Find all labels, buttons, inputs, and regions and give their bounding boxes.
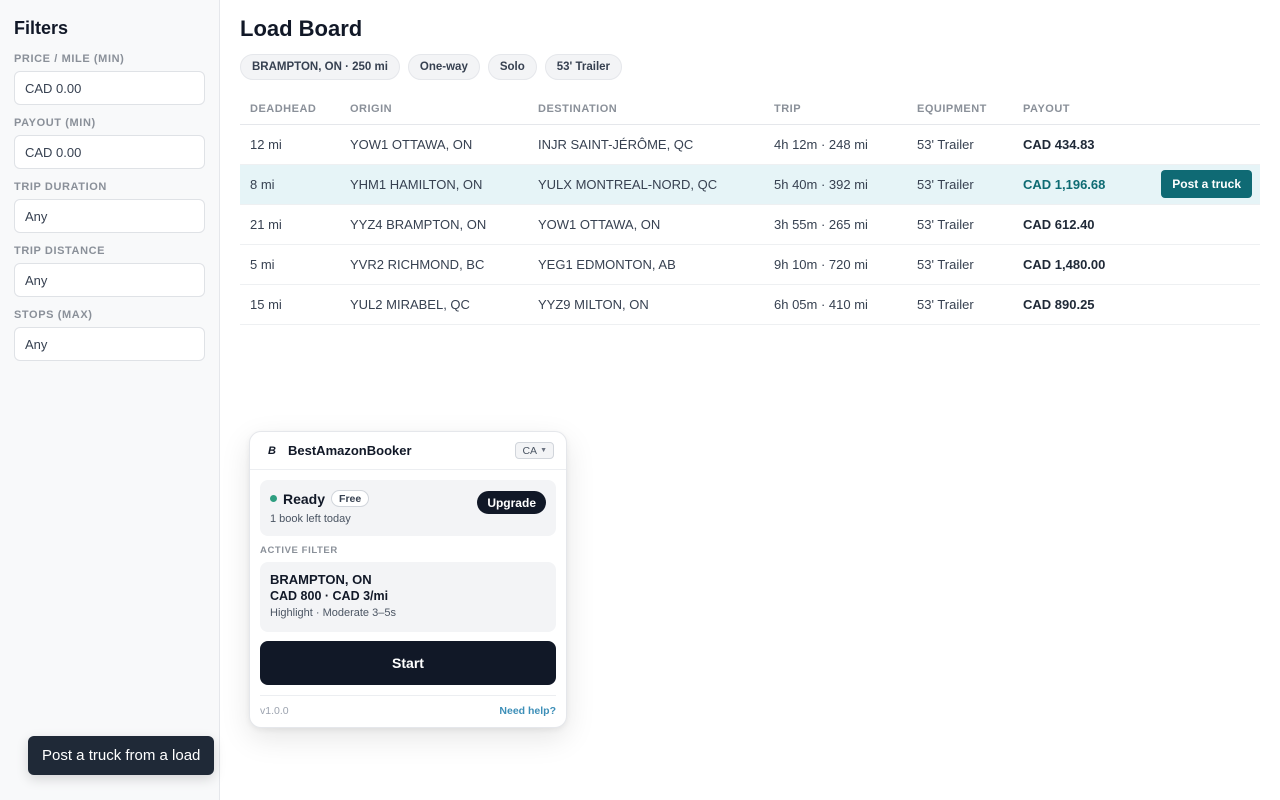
popup-footer: v1.0.0 Need help? — [260, 695, 556, 717]
active-filter-price: CAD 800 · CAD 3/mi — [270, 589, 389, 603]
cell-trip: 9h 10m · 720 mi — [764, 244, 907, 285]
filter-trip-distance: TRIP DISTANCE Any — [14, 245, 205, 297]
chip-trip-type[interactable]: One-way — [407, 54, 480, 80]
cell-deadhead: 5 mi — [240, 244, 340, 285]
cell-payout: CAD 434.83 — [1013, 124, 1150, 165]
cell-destination: YYZ9 MILTON, ON — [528, 284, 764, 325]
filter-payout: PAYOUT (MIN) CAD 0.00 — [14, 117, 205, 169]
chip-equipment[interactable]: 53' Trailer — [544, 54, 623, 80]
cell-action — [1150, 284, 1260, 325]
cell-origin: YUL2 MIRABEL, QC — [340, 284, 528, 325]
col-deadhead: DEADHEAD — [240, 94, 340, 125]
cell-destination: YEG1 EDMONTON, AB — [528, 244, 764, 285]
cell-trip: 5h 40m · 392 mi — [764, 164, 907, 205]
cell-deadhead: 8 mi — [240, 164, 340, 205]
stops-max-input[interactable]: Any — [14, 327, 205, 361]
plan-badge: Free — [331, 490, 370, 507]
active-filter-card[interactable]: BRAMPTON, ON CAD 800 · CAD 3/mi Highligh… — [260, 562, 556, 632]
cell-trip: 4h 12m · 248 mi — [764, 124, 907, 165]
trip-distance-input[interactable]: Any — [14, 263, 205, 297]
filter-label: PRICE / MILE (MIN) — [14, 53, 125, 65]
cell-equipment: 53' Trailer — [907, 204, 1013, 245]
filter-label: TRIP DISTANCE — [14, 245, 106, 257]
chip-location[interactable]: BRAMPTON, ON · 250 mi — [240, 54, 400, 80]
cell-equipment: 53' Trailer — [907, 284, 1013, 325]
col-destination: DESTINATION — [528, 94, 764, 125]
status-text: Ready — [283, 490, 326, 507]
cell-action — [1150, 244, 1260, 285]
cell-deadhead: 15 mi — [240, 284, 340, 325]
filter-price-per-mile: PRICE / MILE (MIN) CAD 0.00 — [14, 53, 205, 105]
cell-origin: YVR2 RICHMOND, BC — [340, 244, 528, 285]
cell-payout: CAD 890.25 — [1013, 284, 1150, 325]
trip-duration-input[interactable]: Any — [14, 199, 205, 233]
cell-trip: 3h 55m · 265 mi — [764, 204, 907, 245]
table-row[interactable]: 15 mi YUL2 MIRABEL, QC YYZ9 MILTON, ON 6… — [240, 284, 1260, 325]
tooltip-toast: Post a truck from a load — [28, 736, 215, 775]
table-row-highlighted[interactable]: 8 mi YHM1 HAMILTON, ON YULX MONTREAL-NOR… — [240, 164, 1260, 205]
cell-destination: INJR SAINT-JÉRÔME, QC — [528, 124, 764, 165]
price-per-mile-input[interactable]: CAD 0.00 — [14, 71, 205, 105]
cell-equipment: 53' Trailer — [907, 124, 1013, 165]
cell-action: Post a truck — [1150, 164, 1260, 205]
upgrade-button[interactable]: Upgrade — [477, 491, 546, 514]
active-filter-location: BRAMPTON, ON — [270, 572, 372, 587]
filters-title: Filters — [14, 18, 69, 38]
table-row[interactable]: 12 mi YOW1 OTTAWA, ON INJR SAINT-JÉRÔME,… — [240, 124, 1260, 165]
cell-trip: 6h 05m · 410 mi — [764, 284, 907, 325]
cell-deadhead: 12 mi — [240, 124, 340, 165]
filter-label: TRIP DURATION — [14, 181, 107, 193]
active-filter-label: ACTIVE FILTER — [260, 545, 338, 556]
status-dot-icon — [270, 495, 277, 502]
popup-header: B BestAmazonBooker CA ▼ — [250, 432, 566, 470]
table-row[interactable]: 21 mi YYZ4 BRAMPTON, ON YOW1 OTTAWA, ON … — [240, 204, 1260, 245]
cell-origin: YYZ4 BRAMPTON, ON — [340, 204, 528, 245]
need-help-link[interactable]: Need help? — [499, 705, 556, 717]
version-label: v1.0.0 — [260, 705, 289, 717]
filter-label: STOPS (MAX) — [14, 309, 93, 321]
status-card: Ready Free 1 book left today Upgrade — [260, 480, 556, 536]
cell-payout: CAD 612.40 — [1013, 204, 1150, 245]
cell-deadhead: 21 mi — [240, 204, 340, 245]
filters-sidebar: Filters PRICE / MILE (MIN) CAD 0.00 PAYO… — [0, 0, 220, 800]
extension-popup: B BestAmazonBooker CA ▼ Ready Free 1 boo… — [249, 431, 567, 728]
start-button[interactable]: Start — [260, 641, 556, 685]
load-board: Load Board BRAMPTON, ON · 250 mi One-way… — [240, 0, 1260, 325]
col-payout: PAYOUT — [1013, 94, 1150, 125]
region-value: CA — [522, 444, 538, 457]
col-trip: TRIP — [764, 94, 907, 125]
region-select[interactable]: CA ▼ — [515, 442, 554, 459]
cell-payout: CAD 1,480.00 — [1013, 244, 1150, 285]
col-equipment: EQUIPMENT — [907, 94, 1013, 125]
filter-trip-duration: TRIP DURATION Any — [14, 181, 205, 233]
cell-origin: YOW1 OTTAWA, ON — [340, 124, 528, 165]
page-title: Load Board — [240, 16, 363, 41]
filter-stops: STOPS (MAX) Any — [14, 309, 205, 361]
col-origin: ORIGIN — [340, 94, 528, 125]
cell-action — [1150, 124, 1260, 165]
loads-table: DEADHEAD ORIGIN DESTINATION TRIP EQUIPME… — [240, 94, 1260, 325]
chevron-down-icon: ▼ — [540, 447, 547, 454]
cell-destination: YOW1 OTTAWA, ON — [528, 204, 764, 245]
brand-name: BestAmazonBooker — [288, 443, 412, 458]
cell-action — [1150, 204, 1260, 245]
cell-payout: CAD 1,196.68 — [1013, 164, 1150, 205]
post-truck-button[interactable]: Post a truck — [1161, 170, 1252, 198]
cell-equipment: 53' Trailer — [907, 244, 1013, 285]
payout-min-input[interactable]: CAD 0.00 — [14, 135, 205, 169]
table-header-row: DEADHEAD ORIGIN DESTINATION TRIP EQUIPME… — [240, 94, 1260, 125]
books-remaining: 1 book left today — [270, 513, 351, 525]
active-filter-mode: Highlight · Moderate 3–5s — [270, 607, 396, 619]
cell-equipment: 53' Trailer — [907, 164, 1013, 205]
table-row[interactable]: 5 mi YVR2 RICHMOND, BC YEG1 EDMONTON, AB… — [240, 244, 1260, 285]
brand-logo-icon: B — [268, 444, 276, 457]
cell-destination: YULX MONTREAL-NORD, QC — [528, 164, 764, 205]
chip-driver-type[interactable]: Solo — [487, 54, 537, 80]
col-action — [1150, 94, 1260, 125]
filter-label: PAYOUT (MIN) — [14, 117, 96, 129]
active-filter-chips: BRAMPTON, ON · 250 mi One-way Solo 53' T… — [240, 54, 1260, 80]
cell-origin: YHM1 HAMILTON, ON — [340, 164, 528, 205]
